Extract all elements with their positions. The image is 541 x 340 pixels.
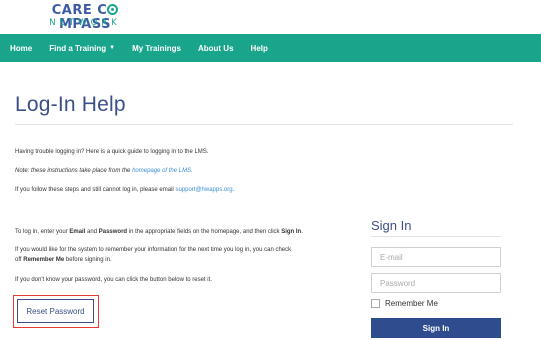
sign-in-button[interactable]: Sign In: [371, 318, 501, 338]
title-divider: [15, 124, 513, 125]
logo-subtitle: NETWORK: [49, 18, 121, 28]
forgot-password-text: If you don't know your password, you can…: [15, 277, 212, 283]
care-compass-logo[interactable]: CARE CMPASS NETWORK: [35, 3, 135, 33]
caret-down-icon: ▼: [109, 45, 116, 51]
compass-icon: [107, 4, 119, 15]
contact-text: If you follow these steps and still cann…: [15, 187, 235, 193]
reset-highlight-box: Reset Password: [13, 295, 99, 328]
password-field[interactable]: Password: [371, 273, 501, 293]
page-title: Log-In Help: [15, 93, 126, 116]
email-field[interactable]: E-mail: [371, 247, 501, 267]
nav-help[interactable]: Help: [251, 44, 268, 53]
signin-divider: [371, 236, 501, 237]
nav-find-a-training[interactable]: Find a Training ▼: [49, 44, 115, 53]
intro-text: Having trouble logging in? Here is a qui…: [15, 149, 209, 155]
nav-home[interactable]: Home: [10, 44, 32, 53]
nav-my-trainings[interactable]: My Trainings: [132, 44, 181, 53]
main-nav: Home Find a Training ▼ My Trainings Abou…: [0, 34, 541, 62]
note-text: Note: these instructions take place from…: [15, 168, 193, 174]
nav-about-us[interactable]: About Us: [198, 44, 234, 53]
support-email-link[interactable]: support@hwapps.org: [175, 187, 232, 193]
reset-password-button[interactable]: Reset Password: [17, 299, 94, 323]
remember-me[interactable]: Remember Me: [371, 299, 438, 308]
remember-me-checkbox[interactable]: [371, 299, 380, 308]
homepage-link[interactable]: homepage of the LMS.: [132, 168, 193, 174]
signin-title: Sign In: [371, 218, 412, 233]
remember-me-label: Remember Me: [385, 299, 438, 308]
nav-find-a-training-label: Find a Training: [49, 43, 107, 53]
header: CARE CMPASS NETWORK: [0, 0, 541, 34]
login-instructions: To log in, enter your Email and Password…: [15, 229, 303, 235]
remember-instructions: If you would like for the system to reme…: [15, 247, 292, 263]
